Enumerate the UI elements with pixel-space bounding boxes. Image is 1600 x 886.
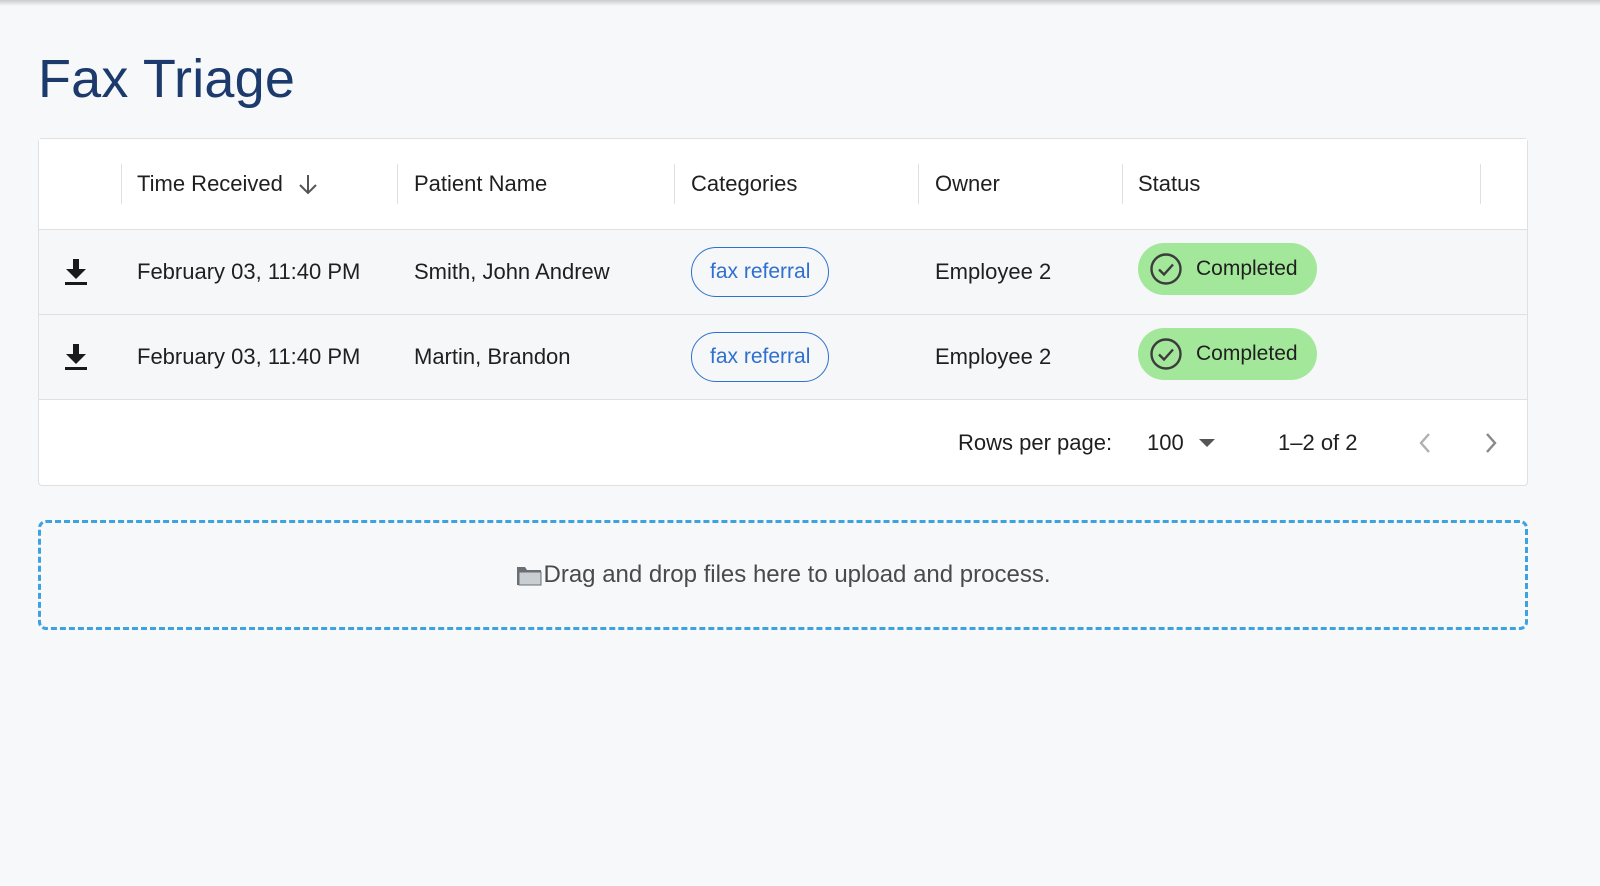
folder-icon <box>516 564 542 586</box>
category-chip[interactable]: fax referral <box>691 332 830 382</box>
categories-cell: fax referral <box>691 230 830 314</box>
pagination-range: 1–2 of 2 <box>1278 430 1358 455</box>
column-separator[interactable] <box>918 164 919 204</box>
caret-down-icon <box>1198 438 1216 448</box>
column-header-owner[interactable]: Owner <box>935 139 1000 229</box>
previous-page-button[interactable] <box>1417 401 1433 485</box>
column-separator[interactable] <box>1480 164 1481 204</box>
app-bar-shadow <box>0 0 1600 6</box>
next-page-button[interactable] <box>1483 401 1499 485</box>
time-received-cell: February 03, 11:40 PM <box>137 344 361 369</box>
table-row[interactable]: February 03, 11:40 PM Smith, John Andrew… <box>39 230 1527 315</box>
download-icon[interactable] <box>63 342 89 372</box>
status-badge[interactable]: Completed <box>1138 243 1317 295</box>
chevron-left-icon[interactable] <box>1417 431 1433 455</box>
column-header-label: Patient Name <box>414 171 548 196</box>
sort-descending-icon[interactable] <box>297 172 319 196</box>
rows-per-page-value: 100 <box>1147 430 1184 455</box>
column-header-label: Categories <box>691 171 798 196</box>
fax-table: Time Received Patient Name Categories Ow… <box>38 138 1528 486</box>
column-separator[interactable] <box>1122 164 1123 204</box>
patient-name-cell: Martin, Brandon <box>414 344 571 369</box>
owner-cell: Employee 2 <box>935 259 1052 284</box>
download-button[interactable] <box>63 315 89 399</box>
chevron-right-icon[interactable] <box>1483 431 1499 455</box>
check-circle-icon <box>1149 252 1183 286</box>
column-header-label: Status <box>1138 171 1201 196</box>
status-badge[interactable]: Completed <box>1138 328 1317 380</box>
column-header-label: Owner <box>935 171 1000 196</box>
status-label: Completed <box>1196 257 1298 280</box>
owner-cell: Employee 2 <box>935 344 1052 369</box>
patient-name-cell: Smith, John Andrew <box>414 259 610 284</box>
status-label: Completed <box>1196 342 1298 365</box>
page-title: Fax Triage <box>38 49 296 109</box>
column-separator[interactable] <box>397 164 398 204</box>
download-icon[interactable] <box>63 257 89 287</box>
time-received-cell: February 03, 11:40 PM <box>137 259 361 284</box>
table-row[interactable]: February 03, 11:40 PM Martin, Brandon fa… <box>39 315 1527 400</box>
dropzone-text: Drag and drop files here to upload and p… <box>543 561 1051 588</box>
rows-per-page-label: Rows per page: <box>958 430 1113 455</box>
status-cell: Completed <box>1138 230 1317 314</box>
table-header-row: Time Received Patient Name Categories Ow… <box>39 139 1527 230</box>
table-pagination: Rows per page: 100 1–2 of 2 <box>39 401 1527 485</box>
download-button[interactable] <box>63 230 89 314</box>
column-header-label: Time Received <box>137 171 283 196</box>
categories-cell: fax referral <box>691 315 830 399</box>
category-chip[interactable]: fax referral <box>691 247 830 297</box>
column-header-time-received[interactable]: Time Received <box>137 139 319 229</box>
column-header-patient-name[interactable]: Patient Name <box>414 139 547 229</box>
file-dropzone[interactable]: Drag and drop files here to upload and p… <box>38 520 1528 630</box>
column-separator[interactable] <box>674 164 675 204</box>
column-separator[interactable] <box>121 164 122 204</box>
column-header-categories[interactable]: Categories <box>691 139 797 229</box>
check-circle-icon <box>1149 337 1183 371</box>
column-header-status[interactable]: Status <box>1138 139 1200 229</box>
status-cell: Completed <box>1138 315 1317 399</box>
rows-per-page-select[interactable]: 100 <box>1147 401 1216 485</box>
